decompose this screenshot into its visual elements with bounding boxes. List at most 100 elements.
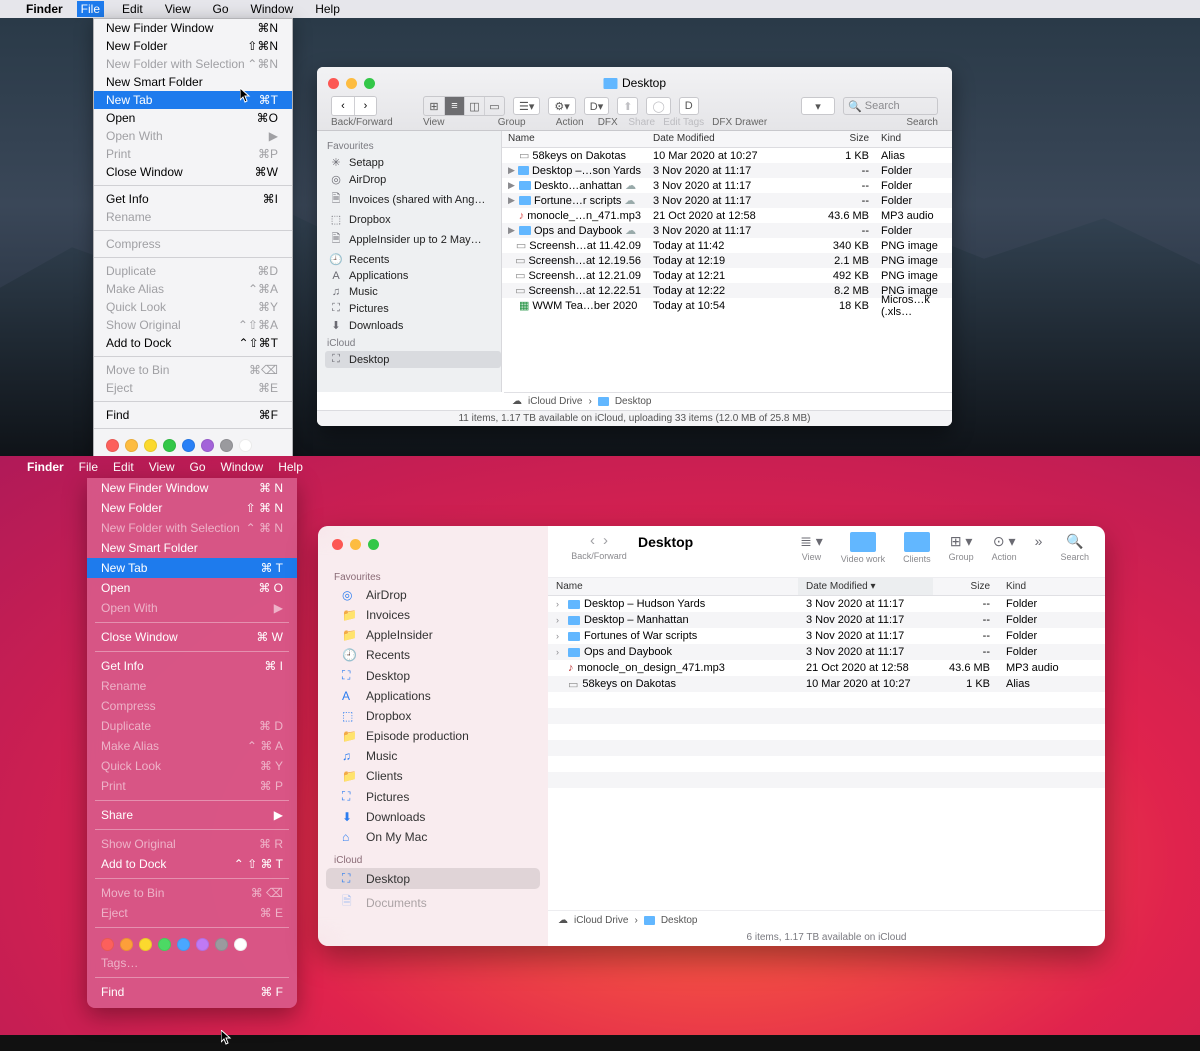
sidebar-item[interactable]: ✳Setapp [325, 154, 501, 171]
sidebar-item[interactable]: 🕘Recents [326, 645, 540, 665]
menubar[interactable]: Finder File Edit View Go Window Help [0, 0, 1200, 18]
dfx-button[interactable]: D▾ [584, 97, 609, 115]
traffic-lights[interactable] [328, 78, 375, 89]
menu-view[interactable]: View [161, 1, 195, 17]
menu-item[interactable]: Find⌘F [94, 406, 292, 424]
tag-dot[interactable] [239, 439, 252, 452]
minimize-button[interactable] [350, 539, 361, 550]
sidebar-item[interactable]: ⌂On My Mac [326, 827, 540, 847]
tag-dot[interactable] [120, 938, 133, 951]
tag-dot[interactable] [182, 439, 195, 452]
more-button[interactable]: » [1035, 532, 1043, 550]
menu-item[interactable]: Open⌘ O [87, 578, 297, 598]
menu-item[interactable]: New Smart Folder [87, 538, 297, 558]
titlebar[interactable]: Desktop ‹ › ⊞ ≡ ◫ ▭ ☰▾ ⚙▾ D▾ ⬆ ◯ [317, 67, 952, 131]
column-headers[interactable]: Name Date Modified ▾ Size Kind [548, 578, 1105, 596]
video-folder-icon[interactable] [850, 532, 876, 552]
tag-dot[interactable] [220, 439, 233, 452]
col-kind[interactable]: Kind [998, 578, 1105, 595]
back-button[interactable]: ‹ [590, 532, 595, 549]
menubar[interactable]: Finder File Edit View Go Window Help [0, 456, 1200, 478]
tag-dot[interactable] [106, 439, 119, 452]
sidebar-item[interactable]: AApplications [325, 268, 501, 284]
col-name[interactable]: Name [548, 578, 798, 595]
sidebar[interactable]: Favourites ✳Setapp◎AirDrop🗎Invoices (sha… [317, 131, 502, 392]
sidebar-item[interactable]: AApplications [326, 686, 540, 706]
view-button[interactable]: ≣ ▾ [800, 532, 823, 550]
icon-view-button[interactable]: ⊞ [424, 97, 444, 115]
menu-item-find[interactable]: Find⌘ F [87, 982, 297, 1002]
menu-file[interactable]: File [79, 460, 98, 474]
file-row[interactable]: ▭58keys on Dakotas10 Mar 2020 at 10:271 … [502, 148, 952, 163]
tag-dot[interactable] [234, 938, 247, 951]
file-row[interactable]: ▦WWM Tea…ber 2020Today at 10:5418 KBMicr… [502, 298, 952, 313]
col-size[interactable]: Size [933, 578, 998, 595]
menu-item[interactable]: New Tab⌘T [94, 91, 292, 109]
menu-item[interactable]: Share▶ [87, 805, 297, 825]
clients-folder-icon[interactable] [904, 532, 930, 552]
sidebar-item[interactable]: ⛶Pictures [326, 786, 540, 807]
file-row[interactable]: ›Desktop – Hudson Yards3 Nov 2020 at 11:… [548, 596, 1105, 612]
menu-item[interactable]: New Tab⌘ T [87, 558, 297, 578]
forward-button[interactable]: › [603, 532, 608, 549]
col-size[interactable]: Size [795, 131, 875, 147]
file-row[interactable]: ▶Ops and Daybook ☁3 Nov 2020 at 11:17--F… [502, 223, 952, 238]
sidebar-item[interactable]: 📁Episode production [326, 726, 540, 746]
file-row[interactable]: ›Fortunes of War scripts3 Nov 2020 at 11… [548, 628, 1105, 644]
file-menu-dropdown[interactable]: New Finder Window⌘ NNew Folder⇧ ⌘ NNew F… [87, 478, 297, 1008]
sidebar-item[interactable]: ⛶Desktop [326, 868, 540, 889]
sidebar-item[interactable]: ◎AirDrop [326, 585, 540, 605]
file-row[interactable]: ▶Deskto…anhattan ☁3 Nov 2020 at 11:17--F… [502, 178, 952, 193]
zoom-button[interactable] [364, 78, 375, 89]
sidebar-item[interactable]: ♫Music [326, 746, 540, 766]
menu-item[interactable]: New Folder⇧ ⌘ N [87, 498, 297, 518]
menu-go[interactable]: Go [209, 1, 233, 17]
path-desktop[interactable]: Desktop [615, 396, 652, 407]
menu-help[interactable]: Help [278, 460, 303, 474]
file-row[interactable]: ▭Screensh…at 11.42.09Today at 11:42340 K… [502, 238, 952, 253]
search-icon[interactable]: 🔍 [1066, 532, 1083, 550]
menu-item[interactable]: New Finder Window⌘ N [87, 478, 297, 498]
file-row[interactable]: ▶Fortune…r scripts ☁3 Nov 2020 at 11:17-… [502, 193, 952, 208]
tags-row[interactable] [94, 433, 292, 454]
file-row[interactable]: ▶Desktop –…son Yards3 Nov 2020 at 11:17-… [502, 163, 952, 178]
file-row[interactable]: ♪monocle_on_design_471.mp321 Oct 2020 at… [548, 660, 1105, 676]
menu-edit[interactable]: Edit [113, 460, 134, 474]
menu-item[interactable]: Add to Dock⌃⇧⌘T [94, 334, 292, 352]
menu-window[interactable]: Window [221, 460, 264, 474]
menu-item[interactable]: Open⌘O [94, 109, 292, 127]
menu-item[interactable]: Add to Dock⌃ ⇧ ⌘ T [87, 854, 297, 874]
column-headers[interactable]: Name Date Modified Size Kind [502, 131, 952, 148]
sidebar-item[interactable]: ⬚Dropbox [326, 706, 540, 726]
back-button[interactable]: ‹ [332, 97, 354, 115]
file-row[interactable]: ♪monocle_…n_471.mp321 Oct 2020 at 12:584… [502, 208, 952, 223]
dfx-drawer-button[interactable]: D [679, 97, 699, 115]
minimize-button[interactable] [346, 78, 357, 89]
file-row[interactable]: ▭58keys on Dakotas10 Mar 2020 at 10:271 … [548, 676, 1105, 692]
gallery-view-button[interactable]: ▭ [484, 97, 504, 115]
tag-dot[interactable] [196, 938, 209, 951]
menu-item[interactable]: New Smart Folder [94, 73, 292, 91]
sidebar-item[interactable]: 📁Clients [326, 766, 540, 786]
menu-item[interactable]: Close Window⌘W [94, 163, 292, 181]
sidebar-item[interactable]: ⛶Pictures [325, 300, 501, 317]
sidebar-item[interactable]: 🗎Invoices (shared with Ang… [325, 188, 501, 211]
menu-view[interactable]: View [149, 460, 175, 474]
path-bar[interactable]: ☁ iCloud Drive › Desktop [548, 910, 1105, 930]
file-list[interactable]: Name Date Modified Size Kind ▭58keys on … [502, 131, 952, 392]
action-button[interactable]: ⚙▾ [548, 97, 575, 115]
sidebar-item[interactable]: 🕘Recents [325, 251, 501, 268]
forward-button[interactable]: › [354, 97, 376, 115]
finder-window-bigsur[interactable]: Favourites ◎AirDrop📁Invoices📁AppleInside… [318, 526, 1105, 946]
sidebar-item[interactable]: 🗎AppleInsider up to 2 May… [325, 228, 501, 251]
sidebar-item[interactable]: 📁Invoices [326, 605, 540, 625]
sidebar-item[interactable]: 📁AppleInsider [326, 625, 540, 645]
search-field[interactable]: 🔍 Search [843, 97, 938, 115]
file-menu-dropdown[interactable]: New Finder Window⌘NNew Folder⇧⌘NNew Fold… [93, 18, 293, 456]
action-button[interactable]: ⊙ ▾ [993, 532, 1016, 550]
menu-window[interactable]: Window [247, 1, 298, 17]
file-row[interactable]: ›Ops and Daybook3 Nov 2020 at 11:17--Fol… [548, 644, 1105, 660]
menu-help[interactable]: Help [311, 1, 344, 17]
tags-row[interactable] [87, 932, 297, 953]
tag-dot[interactable] [158, 938, 171, 951]
